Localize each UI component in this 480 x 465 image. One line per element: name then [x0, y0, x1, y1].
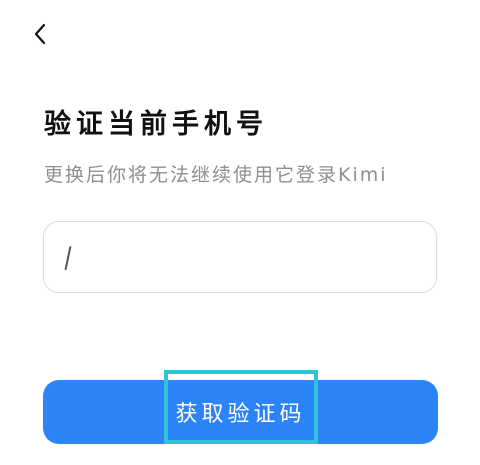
get-verification-code-label: 获取验证码 [175, 402, 306, 427]
phone-field[interactable] [43, 221, 437, 293]
get-verification-code-button[interactable]: 获取验证码 [43, 380, 438, 444]
page-title: 验证当前手机号 [44, 109, 268, 140]
chevron-left-icon [34, 23, 46, 45]
back-button[interactable] [22, 16, 58, 52]
phone-input[interactable] [66, 244, 414, 270]
page-subtitle: 更换后你将无法继续使用它登录Kimi [44, 164, 388, 186]
